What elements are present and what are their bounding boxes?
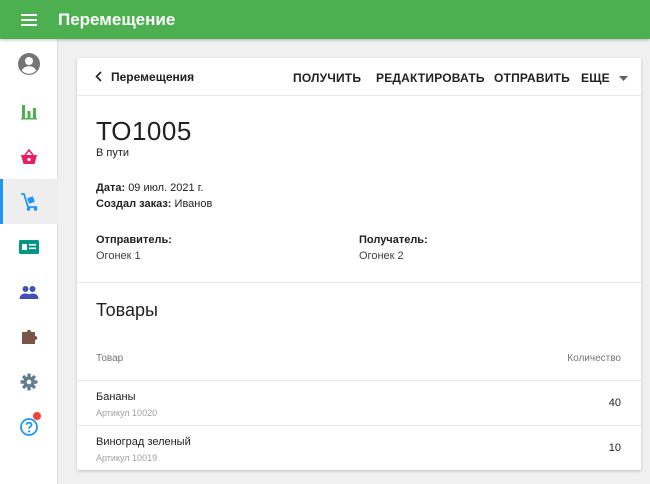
sender-label: Отправитель: [96, 234, 172, 246]
document-author: Создал заказ: Иванов [96, 198, 212, 210]
more-label: ЕЩЕ [581, 71, 610, 85]
receive-button[interactable]: ПОЛУЧИТЬ [293, 71, 361, 85]
goods-section-title: Товары [96, 300, 158, 320]
menu-button[interactable] [0, 0, 58, 39]
document-date: Дата: 09 июл. 2021 г. [96, 182, 203, 194]
contact-card-icon [19, 239, 39, 254]
hamburger-menu-icon [21, 13, 37, 26]
sidebar-item-settings[interactable] [0, 359, 58, 404]
item-name: Виноград зеленый [96, 436, 191, 448]
caret-down-icon [618, 75, 628, 81]
puzzle-icon [22, 329, 38, 344]
sidebar-item-sales[interactable] [0, 134, 58, 179]
send-button[interactable]: ОТПРАВИТЬ [494, 71, 570, 85]
chevron-left-icon [95, 71, 102, 82]
document-number: ТО1005 [96, 116, 192, 146]
sidebar-item-profile[interactable] [0, 39, 58, 89]
item-name: Бананы [96, 391, 136, 403]
people-icon [19, 285, 39, 299]
date-label: Дата: [96, 182, 126, 194]
edit-button[interactable]: РЕДАКТИРОВАТЬ [376, 71, 485, 85]
item-sku: Артикул 10019 [96, 453, 158, 463]
app-bar: Перемещение [0, 0, 650, 39]
item-quantity: 10 [608, 442, 621, 454]
sidebar-item-integrations[interactable] [0, 314, 58, 359]
transfer-card: Перемещения ПОЛУЧИТЬ РЕДАКТИРОВАТЬ ОТПРА… [77, 58, 641, 470]
document-status: В пути [96, 147, 130, 159]
bar-chart-icon [21, 104, 37, 119]
item-quantity: 40 [608, 397, 621, 409]
sender-value: Огонек 1 [96, 250, 141, 262]
sidebar-item-help[interactable] [0, 404, 58, 449]
receiver-label: Получатель: [359, 234, 428, 246]
author-value: Иванов [174, 198, 213, 210]
more-menu-button[interactable]: ЕЩЕ [581, 71, 628, 85]
receiver-value: Огонек 2 [359, 250, 404, 262]
sidebar-item-transfers[interactable] [0, 179, 58, 224]
sidebar [0, 39, 58, 484]
column-header-quantity: Количество [567, 353, 621, 364]
table-row[interactable]: Бананы Артикул 10020 40 [77, 381, 641, 425]
sidebar-item-staff[interactable] [0, 269, 58, 314]
column-header-item: Товар [96, 353, 124, 364]
sidebar-item-reports[interactable] [0, 89, 58, 134]
section-divider [77, 282, 641, 283]
back-button[interactable]: Перемещения [95, 70, 194, 84]
account-circle-icon [18, 53, 40, 75]
sidebar-item-contacts[interactable] [0, 224, 58, 269]
notification-dot [33, 412, 41, 420]
shopping-basket-icon [21, 148, 37, 164]
app-title: Перемещение [58, 9, 176, 29]
author-label: Создал заказ: [96, 198, 172, 210]
back-label: Перемещения [111, 69, 195, 84]
dolly-cart-icon [21, 192, 38, 211]
date-value: 09 июл. 2021 г. [128, 182, 204, 194]
item-sku: Артикул 10020 [96, 408, 158, 418]
table-row[interactable]: Виноград зеленый Артикул 10019 10 [77, 426, 641, 470]
gear-icon [20, 373, 38, 390]
